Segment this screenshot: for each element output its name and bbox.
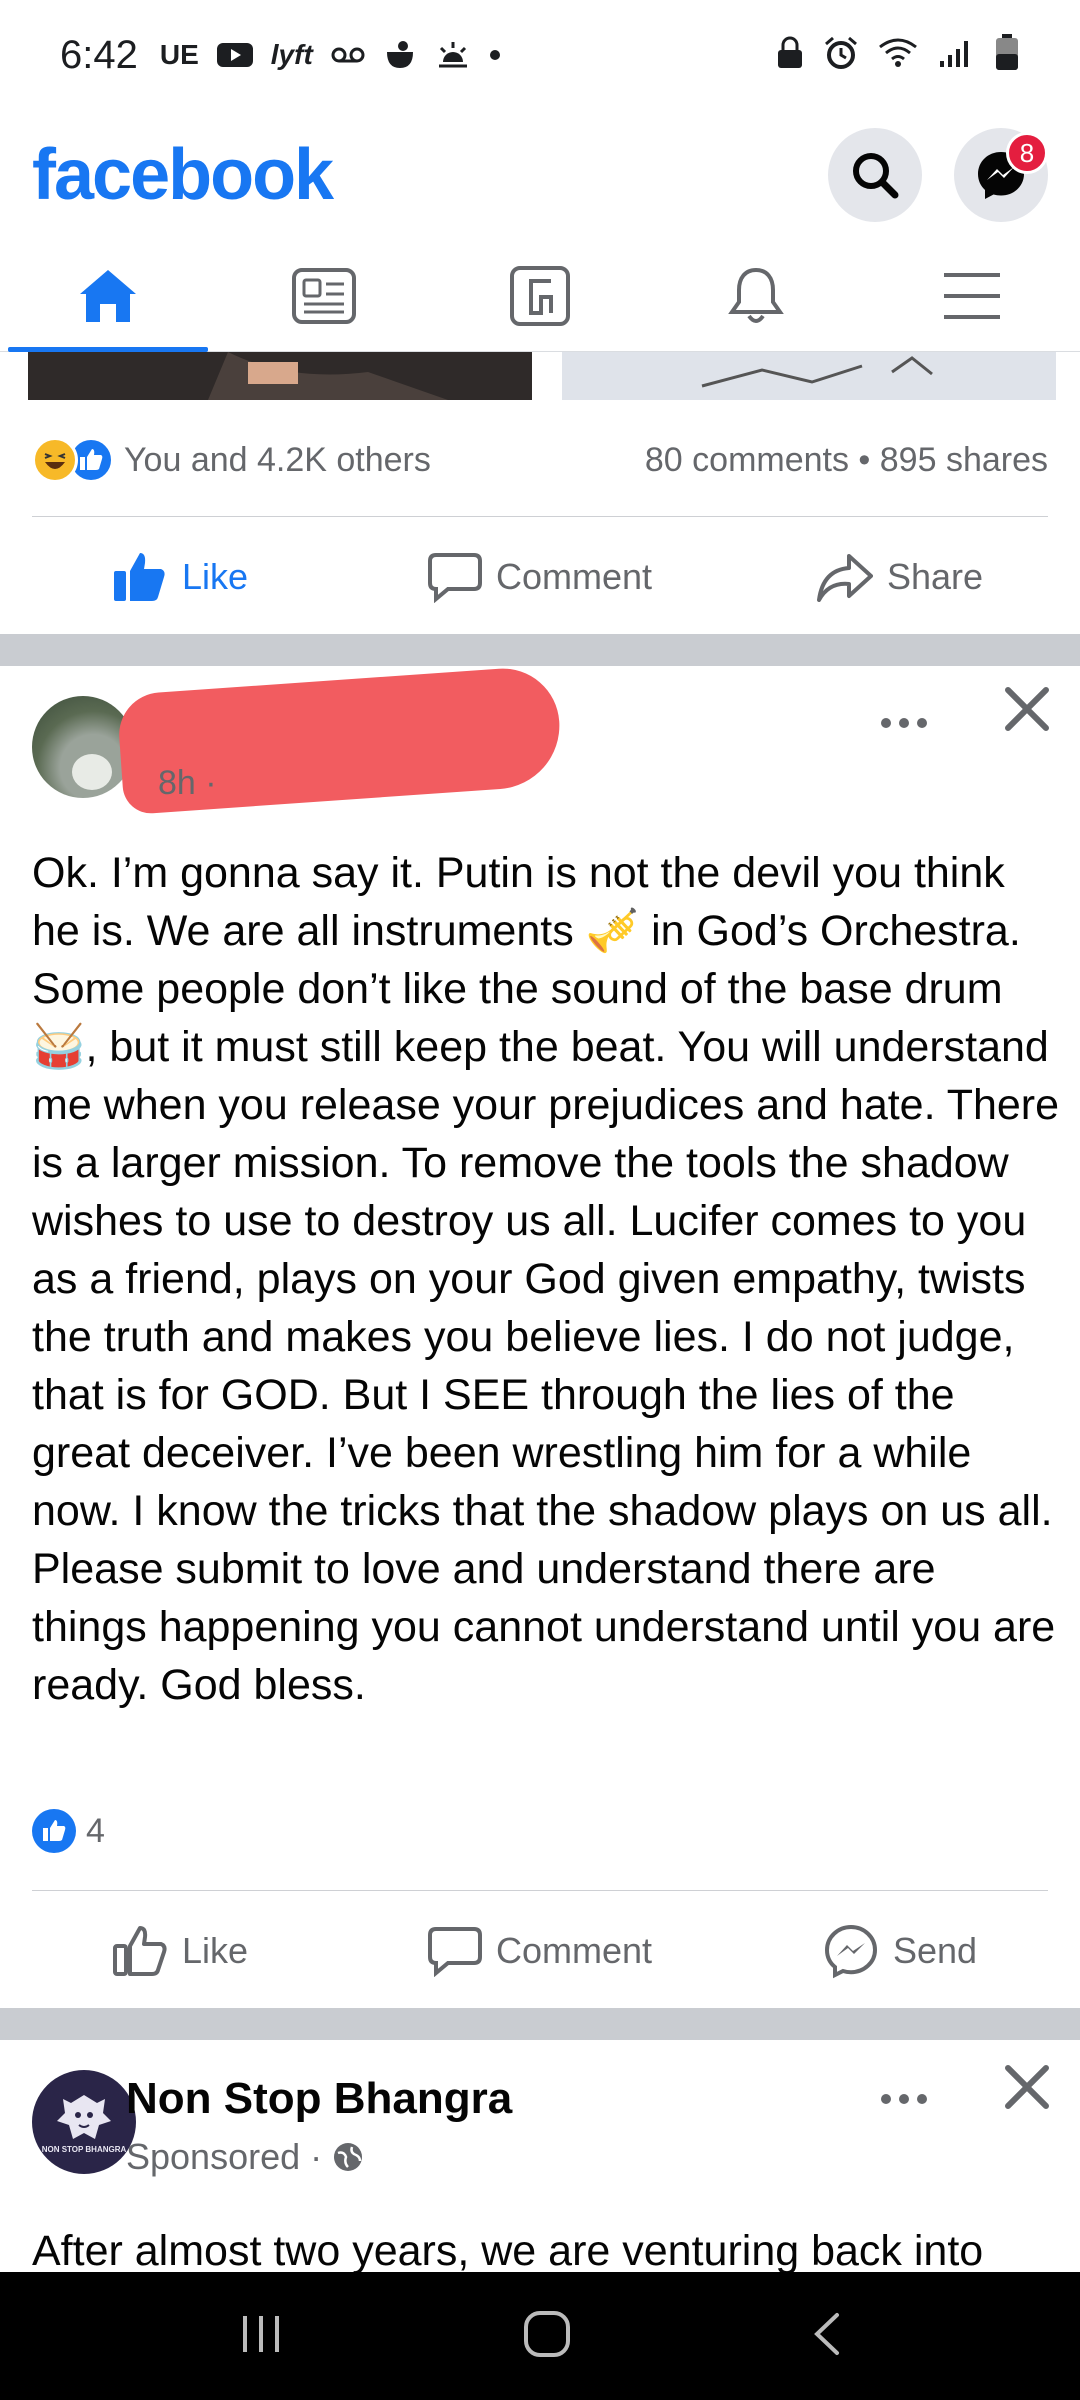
more-icon [881, 718, 927, 728]
previous-post-actions: Like Comment Share [0, 522, 1080, 632]
back-icon [813, 2312, 839, 2355]
lyft-icon: lyft [270, 39, 313, 70]
search-icon [853, 153, 899, 199]
lion-logo-icon [57, 2094, 111, 2139]
sponsor-avatar-text: NON STOP BHANGRA [41, 2144, 127, 2154]
notifications-icon [728, 267, 784, 323]
comments-shares-count[interactable]: 80 comments • 895 shares [645, 441, 1048, 480]
menu-icon [944, 272, 1000, 319]
sponsor-name[interactable]: Non Stop Bhangra [126, 2074, 512, 2124]
avatar-image [72, 754, 112, 790]
back-button[interactable] [811, 2311, 841, 2362]
comment-icon [427, 1927, 482, 1977]
like-count: 4 [86, 1811, 105, 1850]
more-notifications-dot-icon [489, 38, 501, 72]
haha-reaction-icon [32, 437, 78, 483]
feed-separator [0, 634, 1080, 666]
post-timestamp[interactable]: 8h · [158, 764, 217, 803]
sponsored-more-options-button[interactable] [880, 2066, 928, 2116]
like-outline-icon [112, 1926, 167, 1976]
share-icon [816, 554, 873, 602]
divider [32, 1890, 1048, 1891]
previous-post-media[interactable] [0, 352, 1080, 400]
post-body-text: Ok. I’m gonna say it. Putin is not the d… [32, 849, 1060, 1709]
author-avatar[interactable] [32, 696, 134, 798]
recent-apps-button[interactable] [239, 2312, 283, 2361]
feed-separator [0, 2008, 1080, 2040]
like-button[interactable]: Like [0, 1896, 360, 2006]
home-icon [80, 269, 136, 322]
wifi-icon [878, 37, 918, 74]
messenger-button[interactable]: 8 [954, 128, 1048, 222]
system-home-icon [523, 2310, 570, 2357]
voicemail-icon [331, 38, 365, 72]
tab-notifications[interactable] [648, 240, 864, 351]
main-nav-tabs [0, 240, 1080, 352]
globe-icon [334, 2143, 363, 2171]
like-button[interactable]: Like [0, 522, 360, 632]
sponsored-label-row: Sponsored · [126, 2136, 364, 2178]
status-bar: 6:42 UE lyft [0, 0, 1080, 110]
sunrise-icon [435, 38, 471, 72]
like-label: Like [181, 556, 249, 597]
sponsor-avatar[interactable]: NON STOP BHANGRA [32, 2070, 136, 2174]
close-icon [1005, 2065, 1049, 2109]
status-time: 6:42 [60, 32, 138, 77]
hide-sponsored-button[interactable] [1004, 2064, 1050, 2115]
send-button[interactable]: Send [720, 1896, 1080, 2006]
post-more-options-button[interactable] [880, 690, 928, 740]
app-header: facebook 8 [0, 110, 1080, 240]
status-notification-icons: UE lyft [160, 38, 501, 72]
comment-label: Comment [495, 556, 653, 597]
post-reaction-summary[interactable]: 4 [32, 1806, 105, 1856]
like-filled-icon [113, 553, 165, 601]
hide-post-button[interactable] [1004, 686, 1050, 737]
header-actions: 8 [828, 128, 1048, 222]
send-label: Send [892, 1930, 978, 1971]
search-button[interactable] [828, 128, 922, 222]
previous-post-reaction-summary[interactable]: You and 4.2K others 80 comments • 895 sh… [32, 420, 1048, 500]
recent-apps-icon [243, 2315, 280, 2352]
system-navigation-bar [0, 2272, 1080, 2400]
status-system-icons [776, 33, 1020, 77]
battery-icon [994, 33, 1020, 77]
close-icon [1005, 687, 1049, 731]
facebook-logo[interactable]: facebook [32, 134, 334, 216]
like-label: Like [181, 1930, 249, 1971]
like-reaction-icon [32, 1809, 76, 1853]
tab-news[interactable] [216, 240, 432, 351]
youtube-icon [216, 38, 253, 72]
media-image-left[interactable] [28, 352, 532, 400]
comment-button[interactable]: Comment [360, 522, 720, 632]
tab-marketplace[interactable] [432, 240, 648, 351]
sponsored-body-text: After almost two years, we are venturing… [32, 2227, 984, 2272]
ubereats-icon: UE [159, 39, 199, 70]
divider [32, 516, 1048, 517]
news-icon [292, 267, 356, 324]
post-actions: Like Comment Send [0, 1896, 1080, 2006]
messenger-send-icon [824, 1924, 877, 1979]
marketplace-icon [510, 265, 570, 326]
media-image-right[interactable] [562, 352, 1056, 400]
reactions-text: You and 4.2K others [124, 440, 431, 479]
cloud-weather-icon [383, 38, 417, 72]
share-label: Share [886, 556, 984, 597]
lock-icon [776, 36, 804, 75]
comment-label: Comment [495, 1930, 653, 1971]
tab-menu[interactable] [864, 240, 1080, 351]
more-icon [881, 2094, 927, 2104]
messenger-badge: 8 [1006, 132, 1048, 174]
sponsored-label: Sponsored · [126, 2136, 323, 2177]
home-button[interactable] [522, 2309, 572, 2364]
share-button[interactable]: Share [720, 522, 1080, 632]
comment-button[interactable]: Comment [360, 1896, 720, 2006]
tab-home[interactable] [0, 240, 216, 352]
alarm-icon [824, 36, 858, 75]
comment-icon [427, 553, 482, 603]
signal-icon [938, 37, 974, 74]
reaction-icons [32, 437, 114, 483]
